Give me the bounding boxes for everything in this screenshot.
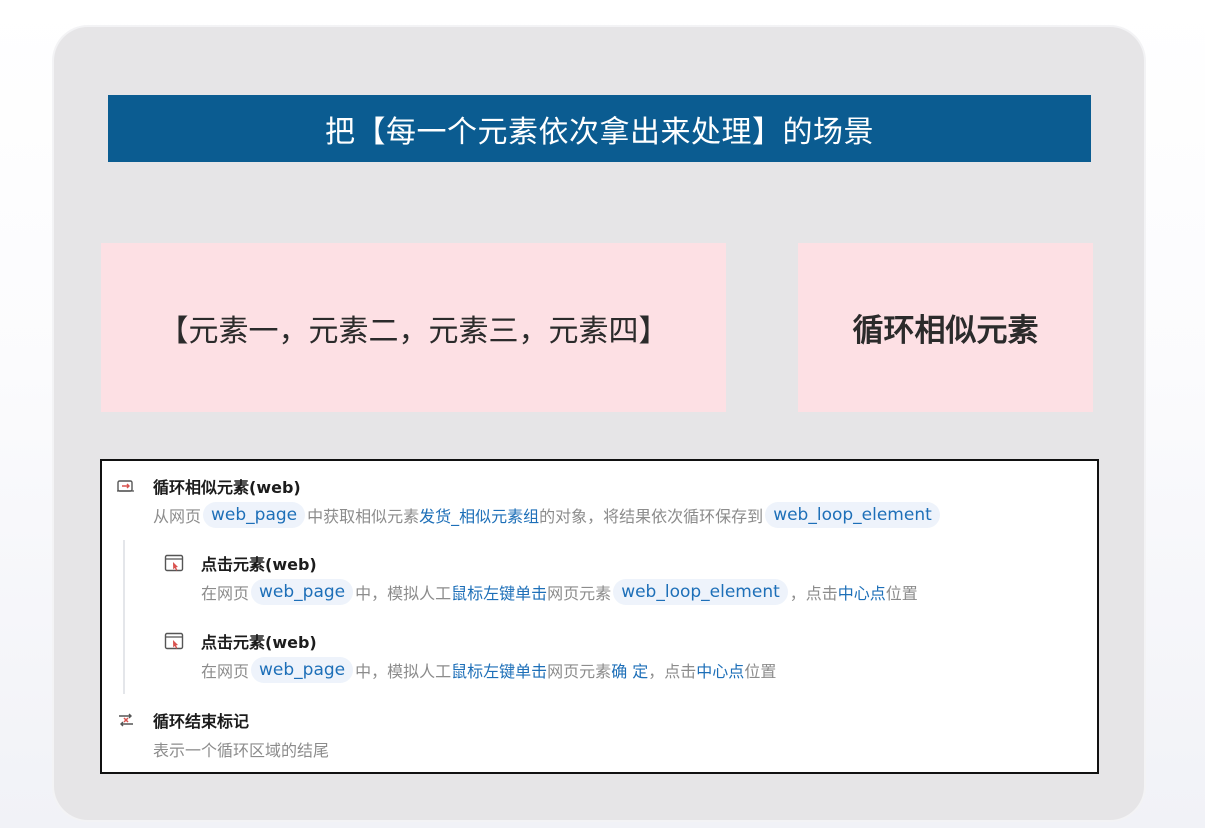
desc-text: ，点击 [789,584,838,603]
desc-text: ，点击 [648,662,697,681]
flow-step-loop-end[interactable]: 循环结束标记 表示一个循环区域的结尾 [116,709,329,762]
desc-text: 中获取相似元素 [307,507,420,526]
step-title-row: 点击元素(web) [164,552,918,574]
desc-text: 中，模拟人工 [355,662,452,681]
step-description: 在网页 web_page 中，模拟人工 鼠标左键单击 网页元素 web_loop… [201,579,918,605]
step-title-row: 循环相似元素(web) [116,475,942,497]
step-title: 点击元素(web) [201,633,317,652]
click-element-icon [164,553,184,573]
step-title: 循环结束标记 [153,712,250,731]
click-element-icon [164,631,184,651]
step-description: 从网页 web_page 中获取相似元素 发货_相似元素组 的对象，将结果依次循… [153,502,942,528]
desc-text: 的对象，将结果依次循环保存到 [539,507,764,526]
desc-text: 在网页 [201,584,250,603]
loop-end-icon [116,710,136,730]
desc-text: 中，模拟人工 [355,584,452,603]
scene-title: 把【每一个元素依次拿出来处理】的场景 [325,114,874,150]
loop-similar-box: 循环相似元素 [798,243,1093,412]
step-description: 表示一个循环区域的结尾 [153,741,330,760]
scene-title-banner: 把【每一个元素依次拿出来处理】的场景 [108,95,1091,162]
flow-panel: 循环相似元素(web) 从网页 web_page 中获取相似元素 发货_相似元素… [100,459,1099,774]
click-type-link[interactable]: 鼠标左键单击 [451,658,547,682]
variable-chip-web-page[interactable]: web_page [251,579,354,605]
confirm-element-link[interactable]: 确 定 [611,658,648,682]
loop-body-guide-line [123,540,125,694]
step-title: 循环相似元素(web) [153,478,301,497]
loop-similar-label: 循环相似元素 [852,313,1039,349]
elements-list-box: 【元素一，元素二，元素三，元素四】 [101,243,726,412]
desc-text: 网页元素 [547,584,612,603]
step-title-row: 点击元素(web) [164,630,776,652]
desc-text: 网页元素 [547,662,612,681]
click-position-link[interactable]: 中心点 [838,580,886,604]
variable-chip-web-loop-element[interactable]: web_loop_element [765,502,940,528]
step-title-row: 循环结束标记 [116,709,329,731]
step-description: 在网页 web_page 中，模拟人工 鼠标左键单击 网页元素 确 定 ，点击 … [201,657,776,683]
desc-text: 在网页 [201,662,250,681]
click-position-link[interactable]: 中心点 [696,658,744,682]
variable-chip-web-page[interactable]: web_page [203,502,306,528]
desc-text: 从网页 [153,507,202,526]
click-type-link[interactable]: 鼠标左键单击 [451,580,547,604]
desc-text: 位置 [744,662,777,681]
flow-step-loop-similar[interactable]: 循环相似元素(web) 从网页 web_page 中获取相似元素 发货_相似元素… [116,475,942,528]
desc-text: 位置 [885,584,918,603]
step-title: 点击元素(web) [201,555,317,574]
variable-chip-web-loop-element[interactable]: web_loop_element [613,579,788,605]
element-group-link[interactable]: 发货_相似元素组 [419,503,539,527]
elements-list-text: 【元素一，元素二，元素三，元素四】 [158,313,669,349]
loop-icon [116,476,136,496]
variable-chip-web-page[interactable]: web_page [251,657,354,683]
flow-step-click-element[interactable]: 点击元素(web) 在网页 web_page 中，模拟人工 鼠标左键单击 网页元… [164,552,918,605]
flow-step-click-confirm[interactable]: 点击元素(web) 在网页 web_page 中，模拟人工 鼠标左键单击 网页元… [164,630,776,683]
